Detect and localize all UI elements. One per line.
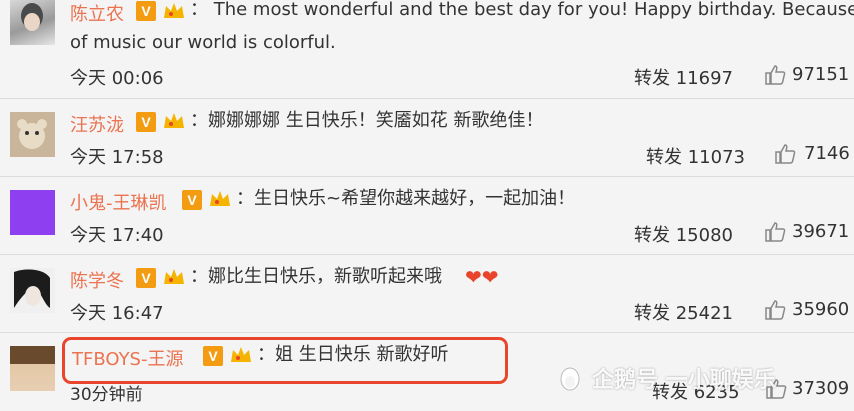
divider	[0, 332, 854, 333]
repost-button[interactable]: 转发 11073	[646, 143, 745, 169]
penguin-icon	[560, 367, 580, 391]
like-count[interactable]: 7146	[804, 143, 850, 164]
thumbs-up-icon[interactable]	[764, 64, 786, 86]
divider	[0, 254, 854, 255]
comment-time: 今天 17:40	[70, 225, 164, 246]
avatar[interactable]	[10, 268, 55, 313]
thumbs-up-icon[interactable]	[774, 143, 796, 165]
crown-icon	[164, 113, 184, 128]
commenter-name[interactable]: 小鬼-王琳凯	[70, 189, 167, 215]
crown-icon	[164, 269, 184, 284]
avatar[interactable]	[10, 112, 55, 157]
like-count[interactable]: 97151	[792, 64, 849, 85]
divider	[0, 176, 854, 177]
crown-icon	[164, 3, 184, 18]
like-count[interactable]: 35960	[792, 299, 849, 320]
verified-badge-icon: V	[136, 1, 156, 21]
avatar[interactable]	[10, 190, 55, 235]
heart-emoji: ❤❤	[465, 265, 499, 289]
comment-text: of music our world is colorful.	[70, 32, 336, 53]
crown-icon	[210, 191, 230, 206]
repost-button[interactable]: 转发 11697	[634, 64, 733, 90]
comment-text: ： The most wonderful and the best day fo…	[190, 0, 854, 20]
like-count[interactable]: 37309	[792, 378, 849, 399]
comment-time: 今天 16:47	[70, 303, 164, 324]
commenter-name[interactable]: 陈立农	[70, 0, 124, 26]
comment-time: 今天 00:06	[70, 68, 164, 89]
commenter-name[interactable]: 汪苏泷	[70, 111, 124, 137]
thumbs-up-icon[interactable]	[764, 221, 786, 243]
comment-text: ：娜比生日快乐，新歌听起来哦	[190, 266, 442, 287]
comment-time: 今天 17:58	[70, 147, 164, 168]
avatar[interactable]	[10, 0, 55, 45]
comment-text: ：生日快乐~希望你越来越好，一起加油！	[236, 188, 576, 209]
commenter-name[interactable]: 陈学冬	[70, 267, 124, 293]
repost-button[interactable]: 转发 15080	[634, 221, 733, 247]
divider	[0, 98, 854, 99]
thumbs-up-icon[interactable]	[764, 299, 786, 321]
verified-badge-icon: V	[136, 268, 156, 288]
watermark-text: 企鹅号 一小聊娱乐	[592, 368, 776, 393]
verified-badge-icon: V	[182, 190, 202, 210]
repost-button[interactable]: 转发 25421	[634, 299, 733, 325]
comment-text: ：娜娜娜娜 生日快乐！笑靥如花 新歌绝佳！	[190, 110, 544, 131]
highlight-box	[62, 337, 508, 384]
like-count[interactable]: 39671	[792, 221, 849, 242]
verified-badge-icon: V	[136, 112, 156, 132]
avatar[interactable]	[10, 346, 55, 391]
